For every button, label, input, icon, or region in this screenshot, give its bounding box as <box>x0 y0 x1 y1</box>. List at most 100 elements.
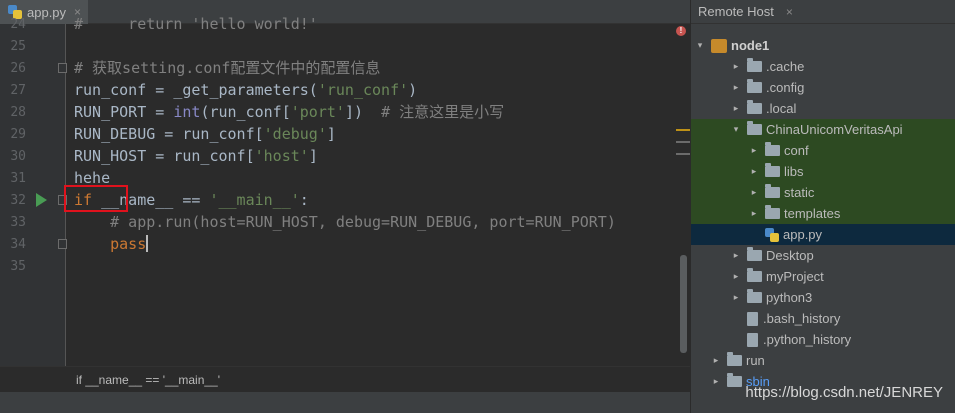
code-line[interactable]: # app.run(host=RUN_HOST, debug=RUN_DEBUG… <box>74 211 616 233</box>
text-file-icon <box>747 332 758 347</box>
code-area[interactable]: # return 'hello world!' # 获取setting.conf配… <box>64 15 674 366</box>
folder-icon <box>747 268 762 282</box>
vertical-scrollbar[interactable] <box>680 255 687 353</box>
tree-item-label: templates <box>784 206 841 221</box>
code-token: 'port' <box>290 103 345 121</box>
collapse-arrow-icon[interactable]: ▸ <box>731 250 741 261</box>
line-number: 30 <box>10 149 26 164</box>
python-file-icon <box>765 227 779 242</box>
tree-item[interactable]: app.py <box>691 224 955 245</box>
tree-item[interactable]: ▸ static <box>691 182 955 203</box>
tree-item-label: static <box>784 185 815 200</box>
code-token: # 获取setting.conf配置文件中的配置信息 <box>74 59 381 77</box>
folder-icon <box>765 205 780 219</box>
code-token: RUN_HOST = run_conf[ <box>74 147 255 165</box>
panel-close-icon[interactable]: × <box>786 5 793 19</box>
line-number: 27 <box>10 83 26 98</box>
expand-arrow-icon[interactable]: ▾ <box>731 124 741 135</box>
tree-item[interactable]: ▸ .config <box>691 77 955 98</box>
code-line[interactable]: run_conf = _get_parameters('run_conf') <box>74 79 417 101</box>
tree-item[interactable]: .bash_history <box>691 308 955 329</box>
tree-item[interactable]: .python_history <box>691 329 955 350</box>
line-number: 24 <box>10 17 26 32</box>
collapse-arrow-icon[interactable]: ▸ <box>749 187 759 198</box>
code-token: 'host' <box>254 147 309 165</box>
collapse-arrow-icon[interactable]: ▸ <box>731 103 741 114</box>
folder-icon <box>765 163 780 177</box>
text-caret <box>146 235 149 252</box>
code-token: RUN_PORT = <box>74 103 174 121</box>
line-number: 26 <box>10 61 26 76</box>
tree-item[interactable]: ▸ libs <box>691 161 955 182</box>
server-icon <box>711 38 727 53</box>
info-marker[interactable] <box>676 153 690 155</box>
line-number: 29 <box>10 127 26 142</box>
fold-marker[interactable] <box>58 63 67 73</box>
tree-item[interactable]: ▸ Desktop <box>691 245 955 266</box>
collapse-arrow-icon[interactable]: ▸ <box>731 82 741 93</box>
tree-item[interactable]: ▸ myProject <box>691 266 955 287</box>
run-gutter-icon[interactable] <box>36 193 47 207</box>
error-icon[interactable]: ! <box>676 26 686 36</box>
tree-item[interactable]: ▸ run <box>691 350 955 371</box>
collapse-arrow-icon[interactable]: ▸ <box>711 376 721 387</box>
tree-item-label: app.py <box>783 227 823 242</box>
collapse-arrow-icon[interactable]: ▸ <box>731 271 741 282</box>
collapse-arrow-icon[interactable]: ▸ <box>731 292 741 303</box>
collapse-arrow-icon[interactable]: ▸ <box>749 208 759 219</box>
tree-item-label: .local <box>766 101 797 116</box>
tree-item[interactable]: ▾ node1 <box>691 35 955 56</box>
tree-item-label: ChinaUnicomVeritasApi <box>766 122 903 137</box>
code-line[interactable]: # 获取setting.conf配置文件中的配置信息 <box>74 57 380 79</box>
folder-icon <box>747 247 762 261</box>
tab-label: app.py <box>27 4 67 20</box>
code-token: ]) <box>344 103 382 121</box>
code-token: ) <box>408 81 418 99</box>
collapse-arrow-icon[interactable]: ▸ <box>749 145 759 156</box>
line-number: 34 <box>10 237 26 252</box>
line-number: 32 <box>10 193 26 208</box>
tree-item-label: python3 <box>766 290 813 305</box>
collapse-arrow-icon[interactable]: ▸ <box>731 61 741 72</box>
tree-item-label: .bash_history <box>763 311 841 326</box>
remote-host-title: Remote Host <box>698 4 774 19</box>
fold-marker[interactable] <box>58 239 67 249</box>
code-token: int <box>173 103 201 121</box>
line-number: 31 <box>10 171 26 186</box>
code-token: run_conf = _get_parameters( <box>74 81 318 99</box>
breadcrumb[interactable]: if __name__ == '__main__' <box>0 366 690 392</box>
tree-item[interactable]: ▸ python3 <box>691 287 955 308</box>
code-token: pass <box>74 235 147 253</box>
warning-marker[interactable] <box>676 129 690 131</box>
code-line[interactable]: # return 'hello world!' <box>74 13 318 35</box>
code-token: ] <box>326 125 336 143</box>
expand-arrow-icon[interactable]: ▾ <box>695 40 705 51</box>
remote-host-panel: Remote Host × ▾ node1 ▸ .cache ▸ .config ▸ .loc… <box>690 0 955 413</box>
code-token: '__main__' <box>209 191 300 209</box>
folder-icon <box>747 79 762 93</box>
code-token: : <box>299 191 309 209</box>
text-file-icon <box>747 311 758 326</box>
code-line[interactable]: RUN_DEBUG = run_conf['debug'] <box>74 123 336 145</box>
tree-item[interactable]: ▸ .local <box>691 98 955 119</box>
line-number: 35 <box>10 259 26 274</box>
collapse-arrow-icon[interactable]: ▸ <box>711 355 721 366</box>
tree-item[interactable]: ▸ .cache <box>691 56 955 77</box>
tree-item[interactable]: ▸ templates <box>691 203 955 224</box>
collapse-arrow-icon[interactable]: ▸ <box>749 166 759 177</box>
folder-icon <box>747 121 762 135</box>
code-line[interactable]: RUN_HOST = run_conf['host'] <box>74 145 318 167</box>
code-token: # 注意这里是小写 <box>381 103 505 121</box>
tree-item-label: .config <box>766 80 805 95</box>
line-number: 28 <box>10 105 26 120</box>
code-token: RUN_DEBUG = run_conf[ <box>74 125 264 143</box>
info-marker[interactable] <box>676 141 690 143</box>
tree-item[interactable]: ▾ ChinaUnicomVeritasApi <box>691 119 955 140</box>
remote-host-header[interactable]: Remote Host × <box>691 0 955 24</box>
code-token: # app.run(host=RUN_HOST, debug=RUN_DEBUG… <box>74 213 616 231</box>
code-token: (run_conf[ <box>200 103 291 121</box>
code-token: 'run_conf' <box>317 81 409 99</box>
tree-item[interactable]: ▸ conf <box>691 140 955 161</box>
code-line[interactable]: RUN_PORT = int(run_conf['port']) # 注意这里是… <box>74 101 504 123</box>
code-line[interactable]: pass <box>74 233 149 255</box>
